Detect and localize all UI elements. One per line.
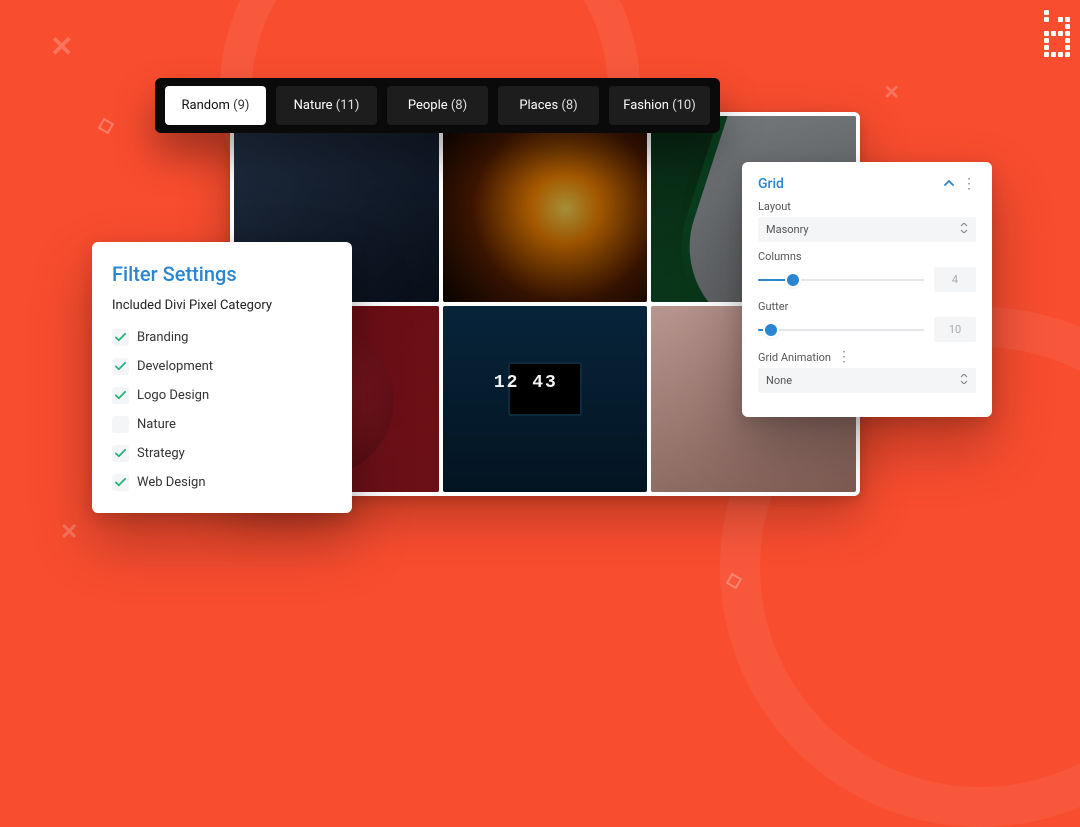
filter-tab-nature[interactable]: Nature (11) — [276, 86, 377, 125]
category-label: Strategy — [137, 446, 185, 461]
gallery-tile[interactable] — [443, 306, 648, 492]
category-item: Web Design — [112, 468, 332, 497]
decor-plus-icon: ✕ — [60, 520, 78, 545]
filter-tab-people[interactable]: People (8) — [387, 86, 488, 125]
checkbox[interactable] — [112, 358, 129, 375]
tab-label: Random — [182, 98, 234, 113]
filter-tabbar: Random (9)Nature (11)People (8)Places (8… — [155, 78, 720, 133]
category-item: Logo Design — [112, 381, 332, 410]
grid-animation-label: Grid Animation — [758, 351, 831, 364]
grid-animation-value: None — [766, 374, 792, 387]
columns-slider[interactable] — [758, 272, 924, 288]
layout-select[interactable]: Masonry — [758, 217, 976, 242]
checkbox[interactable] — [112, 416, 129, 433]
category-label: Logo Design — [137, 388, 209, 403]
brand-pixel-logo — [1044, 10, 1070, 64]
checkbox[interactable] — [112, 445, 129, 462]
decor-x-icon: ✕ — [883, 80, 900, 104]
columns-label: Columns — [758, 250, 976, 263]
filter-settings-title: Filter Settings — [112, 262, 332, 286]
category-item: Development — [112, 352, 332, 381]
tab-count: (11) — [336, 98, 360, 113]
tab-count: (8) — [451, 98, 467, 113]
layout-value: Masonry — [766, 223, 809, 236]
category-label: Nature — [137, 417, 176, 432]
filter-settings-subtitle: Included Divi Pixel Category — [112, 298, 332, 313]
slider-thumb[interactable] — [787, 274, 799, 286]
checkbox[interactable] — [112, 387, 129, 404]
category-label: Web Design — [137, 475, 206, 490]
checkbox[interactable] — [112, 329, 129, 346]
slider-thumb[interactable] — [765, 324, 777, 336]
filter-tab-random[interactable]: Random (9) — [165, 86, 266, 125]
gutter-value[interactable]: 10 — [934, 317, 976, 342]
category-label: Development — [137, 359, 213, 374]
gallery-tile[interactable] — [443, 116, 648, 302]
tab-count: (10) — [672, 98, 696, 113]
gutter-label: Gutter — [758, 300, 976, 313]
select-caret-icon — [960, 374, 968, 387]
tab-label: Fashion — [623, 98, 672, 113]
grid-panel-title: Grid — [758, 176, 784, 192]
select-caret-icon — [960, 223, 968, 236]
gutter-slider[interactable] — [758, 322, 924, 338]
filter-tab-fashion[interactable]: Fashion (10) — [609, 86, 710, 125]
checkbox[interactable] — [112, 474, 129, 491]
layout-label: Layout — [758, 200, 976, 213]
decor-plus-icon: ✕ — [50, 30, 73, 63]
tab-label: Places — [519, 98, 561, 113]
tab-label: Nature — [294, 98, 336, 113]
grid-settings-panel: Grid ⋮ Layout Masonry Columns 4 — [742, 162, 992, 417]
decor-square-icon — [726, 573, 742, 589]
category-checklist: Branding Development Logo Design Nature Stra… — [112, 323, 332, 497]
kebab-menu-icon[interactable]: ⋮ — [837, 350, 851, 364]
kebab-menu-icon[interactable]: ⋮ — [962, 177, 976, 191]
grid-animation-select[interactable]: None — [758, 368, 976, 393]
collapse-icon[interactable] — [944, 177, 954, 191]
filter-tab-places[interactable]: Places (8) — [498, 86, 599, 125]
category-item: Strategy — [112, 439, 332, 468]
tab-count: (9) — [233, 98, 249, 113]
category-item: Branding — [112, 323, 332, 352]
columns-value[interactable]: 4 — [934, 267, 976, 292]
category-item: Nature — [112, 410, 332, 439]
tab-label: People — [408, 98, 451, 113]
category-label: Branding — [137, 330, 188, 345]
tab-count: (8) — [561, 98, 577, 113]
decor-square-icon — [98, 118, 114, 134]
filter-settings-panel: Filter Settings Included Divi Pixel Cate… — [92, 242, 352, 513]
